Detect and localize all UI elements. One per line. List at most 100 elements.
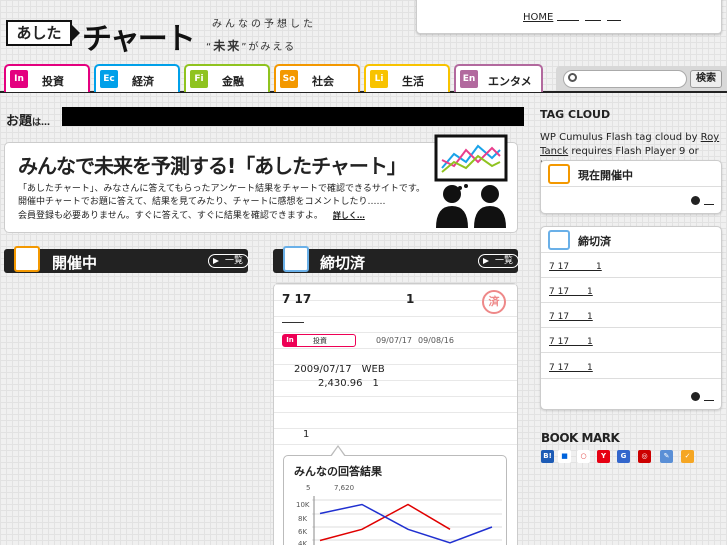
topic-label: お題は… (6, 110, 50, 129)
tab-label: 社会 (312, 75, 334, 88)
closed-item[interactable]: 7 17 1 (541, 254, 721, 278)
closed-section-title: 締切済 (320, 254, 366, 272)
bookmark-title: BOOK MARK (541, 431, 620, 445)
intro-text: 「あしたチャート」、みなさんに答えてもらったアンケート結果をチャートで確認できる… (18, 183, 425, 223)
nav-link-3[interactable] (607, 20, 621, 21)
tab-life[interactable]: Li 生活 (364, 64, 450, 92)
tab-badge: In (10, 70, 28, 88)
closed-item-link[interactable]: 7 17 1 (549, 334, 593, 347)
closed-item-link[interactable]: 7 17 1 (549, 360, 593, 373)
livedoor-clip-icon[interactable]: ◎ (638, 450, 651, 463)
nav-link-1[interactable] (557, 20, 579, 21)
more-link[interactable] (704, 400, 714, 401)
results-title: みんなの回答結果 (294, 465, 382, 478)
topic-ticker[interactable] (62, 107, 524, 126)
closed-item-link[interactable]: 7 17 1 (549, 259, 602, 272)
yahoo-bookmark-icon[interactable]: Y (597, 450, 610, 463)
card-line: 2009/07/17 WEB (294, 364, 385, 375)
open-list-button[interactable]: 一覧 (208, 254, 250, 268)
tab-label: 金融 (222, 75, 244, 88)
card-line: 1 (303, 429, 310, 440)
y-tick: 8K (298, 515, 308, 523)
closed-item[interactable]: 7 17 1 (541, 279, 721, 303)
category-pill[interactable]: In 投資 (282, 334, 356, 347)
closed-stamp-icon: 済 (482, 290, 506, 314)
logo-arrow-icon (70, 23, 80, 43)
y-tick: 6K (298, 528, 308, 536)
card-title-underline (282, 322, 304, 323)
card-title-suffix: 1 (406, 292, 415, 306)
topic-label-suffix: は… (32, 118, 51, 128)
tab-society[interactable]: So 社会 (274, 64, 360, 92)
card-title[interactable]: 7 17 (282, 292, 311, 306)
chart-icon (283, 246, 309, 272)
google-bookmark-icon[interactable]: G (617, 450, 630, 463)
chart-icon (548, 230, 570, 250)
results-chart (312, 496, 502, 545)
open-widget-title: 現在開催中 (578, 169, 633, 182)
search-icon (568, 73, 577, 82)
search-button[interactable]: 検索 (690, 70, 722, 88)
more-arrow-icon[interactable] (691, 392, 700, 401)
choix-icon[interactable]: ✓ (681, 450, 694, 463)
results-value-a: 5 (306, 484, 311, 492)
people-illustration-icon (434, 134, 508, 228)
closed-item[interactable]: 7 17 1 (541, 329, 721, 353)
hatena-bookmark-icon[interactable]: B! (541, 450, 554, 463)
bubble-notch-fill (331, 447, 345, 457)
top-navigation (416, 0, 722, 34)
more-link[interactable] (704, 204, 714, 205)
closed-item-link[interactable]: 7 17 1 (549, 284, 593, 297)
tagline-rest: ”がみえる (241, 42, 297, 53)
tab-label: エンタメ (488, 75, 532, 88)
y-tick: 10K (296, 501, 310, 509)
memo-icon (14, 246, 40, 272)
intro-line: 会員登録も必要ありません。すぐに答えて、すぐに結果を確認できますよ。 詳しく… (18, 209, 425, 223)
tab-investment[interactable]: In 投資 (4, 64, 90, 92)
more-arrow-icon[interactable] (691, 196, 700, 205)
nifty-clip-icon[interactable]: ✎ (660, 450, 673, 463)
y-tick: 4K (298, 540, 308, 545)
category-label: 投資 (313, 337, 327, 345)
delicious-icon[interactable]: ■ (558, 450, 571, 463)
home-link[interactable]: HOME (523, 12, 553, 23)
tab-label: 経済 (132, 75, 154, 88)
category-badge: In (283, 335, 297, 346)
tab-badge: So (280, 70, 298, 88)
nav-link-2[interactable] (585, 20, 601, 21)
tab-label: 生活 (402, 75, 424, 88)
buzzurl-icon[interactable]: ○ (577, 450, 590, 463)
tab-badge: Ec (100, 70, 118, 88)
tagline-sub: “未来”がみえる (206, 37, 296, 54)
intro-line: 開催中チャートでお題に答えて、結果を見てみたり、チャートに感想をコメントしたり…… (18, 197, 386, 207)
series-line (319, 503, 493, 544)
logo-prefix[interactable]: あした (6, 20, 72, 46)
tagline: みんなの予想した (212, 19, 316, 30)
tab-badge: Li (370, 70, 388, 88)
tagline-emphasis: 未来 (213, 39, 242, 53)
card-line: 2,430.96 1 (318, 378, 379, 389)
end-date: 09/08/16 (418, 336, 454, 345)
tab-label: 投資 (42, 75, 64, 88)
intro-title: みんなで未来を予測する!「あしたチャート」 (18, 154, 407, 178)
topic-label-text: お題 (6, 114, 33, 129)
tab-finance[interactable]: Fi 金融 (184, 64, 270, 92)
results-value-b: 7,620 (334, 484, 355, 492)
more-link[interactable]: 詳しく… (333, 211, 365, 220)
tag-cloud-title: TAG CLOUD (540, 108, 611, 121)
closed-list-button[interactable]: 一覧 (478, 254, 520, 268)
closed-item-link[interactable]: 7 17 1 (549, 309, 593, 322)
logo-main[interactable]: チャート (82, 14, 196, 58)
open-section-title: 開催中 (52, 254, 98, 272)
closed-widget-title: 締切済 (578, 235, 611, 248)
search-input[interactable] (563, 70, 687, 88)
tab-entertainment[interactable]: En エンタメ (454, 64, 543, 92)
tab-badge: Fi (190, 70, 208, 88)
tag-cloud-text-pre: WP Cumulus Flash tag cloud by (540, 132, 701, 143)
memo-icon (548, 164, 570, 184)
tab-economy[interactable]: Ec 経済 (94, 64, 180, 92)
closed-item[interactable]: 7 17 1 (541, 304, 721, 328)
intro-line: 「あしたチャート」、みなさんに答えてもらったアンケート結果をチャートで確認できる… (18, 184, 425, 194)
closed-item[interactable]: 7 17 1 (541, 355, 721, 379)
start-date: 09/07/17 (376, 336, 412, 345)
